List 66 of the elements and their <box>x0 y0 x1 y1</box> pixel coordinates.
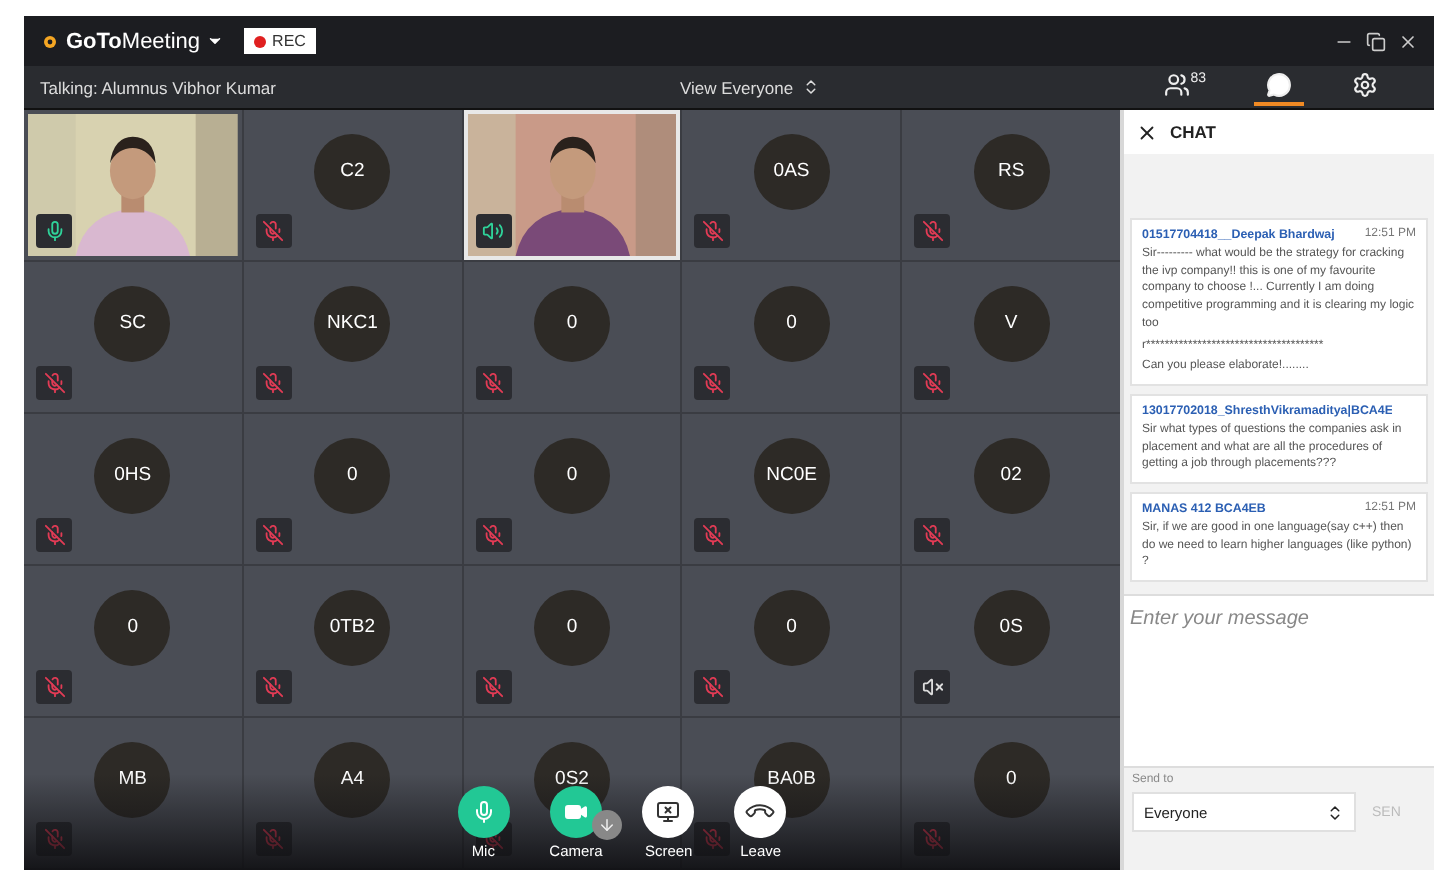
participant-initials: 0 <box>753 285 830 361</box>
message-input[interactable]: Enter your message <box>1124 596 1434 766</box>
screen-share-icon <box>656 800 681 824</box>
participant-initials: 02 <box>973 437 1050 513</box>
participant-initials: 0 <box>94 589 171 665</box>
participant-initials: SC <box>94 285 171 361</box>
chat-title: CHAT <box>1170 122 1216 142</box>
participant-initials: V <box>973 285 1050 361</box>
muted-microphone-icon <box>262 372 285 394</box>
participant-initials: 0TB2 <box>314 589 391 665</box>
participant-initials: 0 <box>973 741 1050 817</box>
participant-initials: 0 <box>533 589 610 665</box>
muted-microphone-icon <box>701 524 724 546</box>
up-down-caret-icon <box>801 78 820 96</box>
muted-microphone-icon <box>43 676 65 698</box>
muted-microphone-icon <box>701 220 724 242</box>
arrow-down-icon <box>598 816 616 834</box>
muted-microphone-icon <box>921 828 944 850</box>
muted-microphone-icon <box>921 220 944 242</box>
participant-initials: A4 <box>314 741 391 817</box>
participant-initials: 0S <box>973 589 1050 665</box>
muted-microphone-icon <box>921 524 944 546</box>
participant-initials: 0AS <box>753 133 830 209</box>
logo-icon <box>40 31 60 51</box>
muted-microphone-icon <box>701 828 724 850</box>
muted-speaker-icon <box>921 676 944 698</box>
camera-icon <box>564 800 588 824</box>
people-icon <box>1164 72 1191 98</box>
microphone-icon <box>43 220 65 242</box>
close-icon[interactable] <box>1398 31 1418 51</box>
up-down-caret-icon <box>1326 803 1344 821</box>
settings-icon <box>1352 72 1378 98</box>
muted-microphone-icon <box>262 676 285 698</box>
participant-initials: 0 <box>314 437 391 513</box>
participant-initials: 0 <box>533 285 610 361</box>
participant-initials: 0 <box>753 589 830 665</box>
participant-initials: RS <box>973 133 1050 209</box>
muted-microphone-icon <box>482 524 505 546</box>
participant-initials: C2 <box>314 133 391 209</box>
muted-microphone-icon <box>43 524 65 546</box>
view-selector[interactable]: View Everyone <box>680 77 820 97</box>
muted-microphone-icon <box>701 676 724 698</box>
participant-initials: NC0E <box>753 437 830 513</box>
microphone-icon <box>471 800 496 824</box>
muted-microphone-icon <box>43 372 65 394</box>
muted-microphone-icon <box>921 372 944 394</box>
participant-initials: 0 <box>533 437 610 513</box>
recording-badge: REC <box>244 28 316 54</box>
speaker-icon <box>482 220 505 242</box>
participant-initials: MB <box>94 741 171 817</box>
muted-microphone-icon <box>701 372 724 394</box>
chat-icon <box>1266 72 1292 98</box>
muted-microphone-icon <box>262 524 285 546</box>
muted-microphone-icon <box>482 372 505 394</box>
talking-status: Talking: Alumnus Vibhor Kumar <box>40 77 278 97</box>
participant-initials: NKC1 <box>314 285 391 361</box>
muted-microphone-icon <box>482 676 505 698</box>
restore-icon[interactable] <box>1366 31 1386 51</box>
muted-microphone-icon <box>262 220 285 242</box>
participant-initials: 0HS <box>94 437 171 513</box>
chat-tab[interactable] <box>1254 68 1304 106</box>
caret-icon <box>206 32 225 50</box>
muted-microphone-icon <box>262 828 285 850</box>
muted-microphone-icon <box>43 828 65 850</box>
app-logo[interactable]: GoToMeeting <box>40 29 225 53</box>
close-icon[interactable] <box>1136 121 1158 143</box>
